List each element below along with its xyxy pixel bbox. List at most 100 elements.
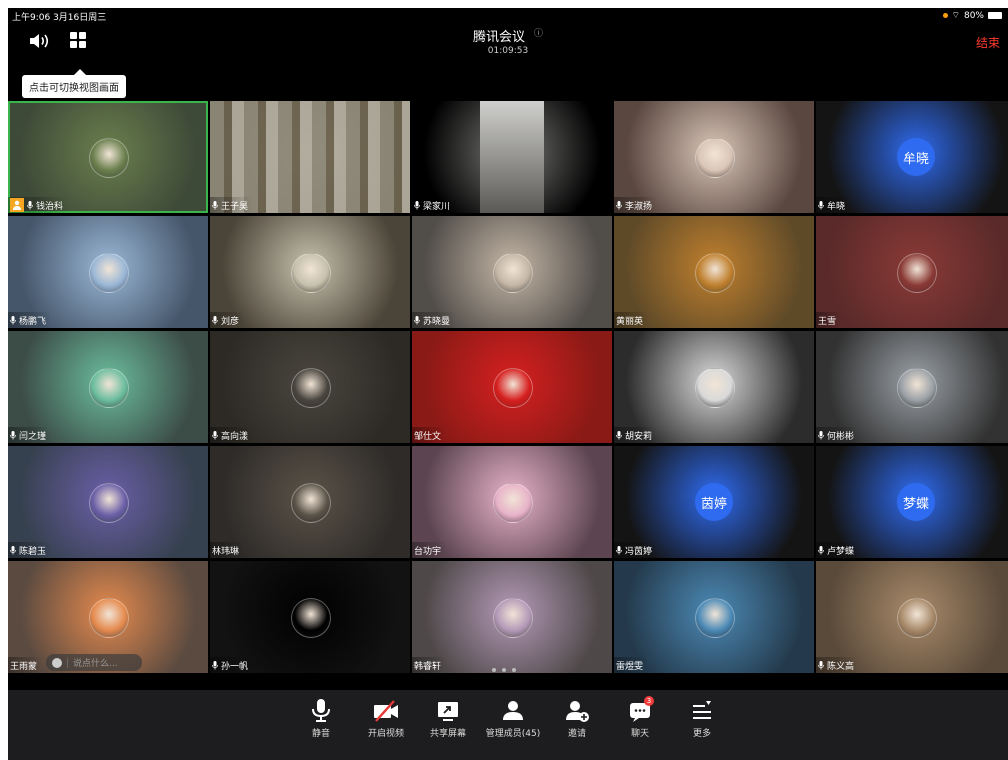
share-screen-button[interactable]: 共享屏幕: [413, 698, 483, 739]
microphone-icon: [10, 545, 16, 554]
participant-avatar: [291, 483, 331, 523]
page-dot: [492, 668, 496, 672]
page-dot: [512, 668, 516, 672]
participant-tile[interactable]: 陈义高: [816, 561, 1008, 673]
invite-button[interactable]: 邀请: [542, 698, 612, 739]
participant-name-bar: 王雨蒙: [8, 657, 43, 673]
more-icon: [693, 701, 711, 719]
participant-tile[interactable]: 王雨蒙 说点什么...: [8, 561, 208, 673]
participant-video: [480, 101, 544, 213]
participant-avatar: [493, 598, 533, 638]
page-indicator[interactable]: [492, 668, 516, 672]
participant-avatar: [695, 138, 735, 178]
participant-name-bar: 陈义高: [816, 657, 860, 673]
share-screen-icon: [438, 702, 458, 721]
more-button[interactable]: 更多: [667, 698, 737, 739]
participant-tile[interactable]: 雷煜雯: [614, 561, 814, 673]
chat-label: 聊天: [630, 729, 649, 739]
participant-tile[interactable]: 黄丽英: [614, 216, 814, 328]
participant-name-bar: 何彬彬: [816, 427, 860, 443]
participant-name: 苏晓曼: [423, 316, 451, 327]
microphone-icon: [818, 660, 824, 669]
microphone-icon: [212, 315, 218, 324]
participant-tile[interactable]: 刘彦: [210, 216, 410, 328]
participant-avatar: [89, 368, 129, 408]
participant-tile[interactable]: 王雪: [816, 216, 1008, 328]
manage-members-button[interactable]: 管理成员(45): [478, 698, 548, 739]
participant-tile[interactable]: 高向漾: [210, 331, 410, 443]
chat-input-pill[interactable]: 说点什么...: [46, 654, 142, 671]
participant-tile[interactable]: 何彬彬: [816, 331, 1008, 443]
participant-tile[interactable]: 李淑扬: [614, 101, 814, 213]
mute-button[interactable]: 静音: [286, 698, 356, 739]
participant-name-bar: 胡安莉: [614, 427, 658, 443]
participant-tile[interactable]: 韩睿轩: [412, 561, 612, 673]
participant-name: 林玮琳: [212, 546, 240, 557]
chat-placeholder: 说点什么...: [73, 659, 118, 669]
participant-tile[interactable]: 邹仕文: [412, 331, 612, 443]
participant-name-bar: 孙一帆: [210, 657, 254, 673]
status-bar: 上午9:06 3月16日周三 ⌔ 80%: [8, 8, 1008, 23]
start-video-button[interactable]: 开启视频: [351, 698, 421, 739]
microphone-icon: [818, 430, 824, 439]
status-right: ⌔ 80%: [942, 10, 1002, 21]
battery-icon: [988, 12, 1002, 19]
participant-name-bar: 李淑扬: [614, 197, 658, 213]
participant-tile[interactable]: 杨鹏飞: [8, 216, 208, 328]
participant-tile[interactable]: 胡安莉: [614, 331, 814, 443]
participant-tile[interactable]: 茵婷 冯茵婷: [614, 446, 814, 558]
participant-tile[interactable]: 台功宇: [412, 446, 612, 558]
chat-button[interactable]: 3 聊天: [605, 696, 675, 739]
participant-tile[interactable]: 林玮琳: [210, 446, 410, 558]
invite-label: 邀请: [567, 729, 586, 739]
meeting-title-area: 腾讯会议 ⓘ 01:09:53: [8, 26, 1008, 56]
participant-tile[interactable]: 王子昊: [210, 101, 410, 213]
participant-name: 闫之瑾: [19, 431, 47, 442]
divider: [67, 657, 68, 668]
info-icon[interactable]: ⓘ: [534, 29, 543, 39]
participant-avatar: 梦蝶: [897, 483, 935, 521]
participant-avatar: [493, 368, 533, 408]
participant-name-bar: 高向漾: [210, 427, 254, 443]
participant-name: 何彬彬: [827, 431, 855, 442]
battery-level: 80%: [963, 10, 984, 21]
participant-avatar: [89, 598, 129, 638]
participant-avatar: [493, 253, 533, 293]
participant-name: 钱治科: [36, 201, 64, 212]
page-dot: [502, 668, 506, 672]
recording-dot-icon: [942, 13, 948, 18]
microphone-icon: [27, 200, 33, 209]
participant-avatar: [89, 483, 129, 523]
meeting-timer: 01:09:53: [487, 46, 529, 56]
participant-name: 胡安莉: [625, 431, 653, 442]
participant-avatar: [897, 598, 937, 638]
participant-name-bar: 邹仕文: [412, 427, 447, 443]
participant-name: 黄丽英: [616, 316, 644, 327]
participant-tile[interactable]: 牟晓 牟晓: [816, 101, 1008, 213]
more-label: 更多: [692, 729, 711, 739]
view-switch-tooltip: 点击可切换视图画面: [22, 69, 126, 98]
participant-name-bar: 钱治科: [8, 197, 69, 213]
participant-name: 王雪: [818, 316, 837, 327]
participant-name-bar: 台功宇: [412, 542, 447, 558]
microphone-icon: [616, 200, 622, 209]
participant-name-bar: 雷煜雯: [614, 657, 649, 673]
participant-name: 王雨蒙: [10, 661, 38, 672]
members-icon: [503, 701, 523, 720]
participant-tile[interactable]: 闫之瑾: [8, 331, 208, 443]
participant-tile[interactable]: 钱治科: [8, 101, 208, 213]
participant-tile[interactable]: 苏晓曼: [412, 216, 612, 328]
emoji-icon[interactable]: [52, 657, 62, 668]
participant-tile[interactable]: 梦蝶 卢梦蝶: [816, 446, 1008, 558]
participant-avatar: 茵婷: [695, 483, 733, 521]
end-meeting-button[interactable]: 结束: [976, 34, 1000, 51]
participant-name: 韩睿轩: [414, 661, 442, 672]
participant-name-bar: 王子昊: [210, 197, 254, 213]
mute-label: 静音: [311, 729, 330, 739]
participant-name: 邹仕文: [414, 431, 442, 442]
participant-avatar: [291, 253, 331, 293]
participant-tile[interactable]: 陈碧玉: [8, 446, 208, 558]
participant-tile[interactable]: 孙一帆: [210, 561, 410, 673]
top-bar: 腾讯会议 ⓘ 01:09:53 结束: [8, 22, 1008, 60]
participant-tile[interactable]: 梁家川: [412, 101, 612, 213]
